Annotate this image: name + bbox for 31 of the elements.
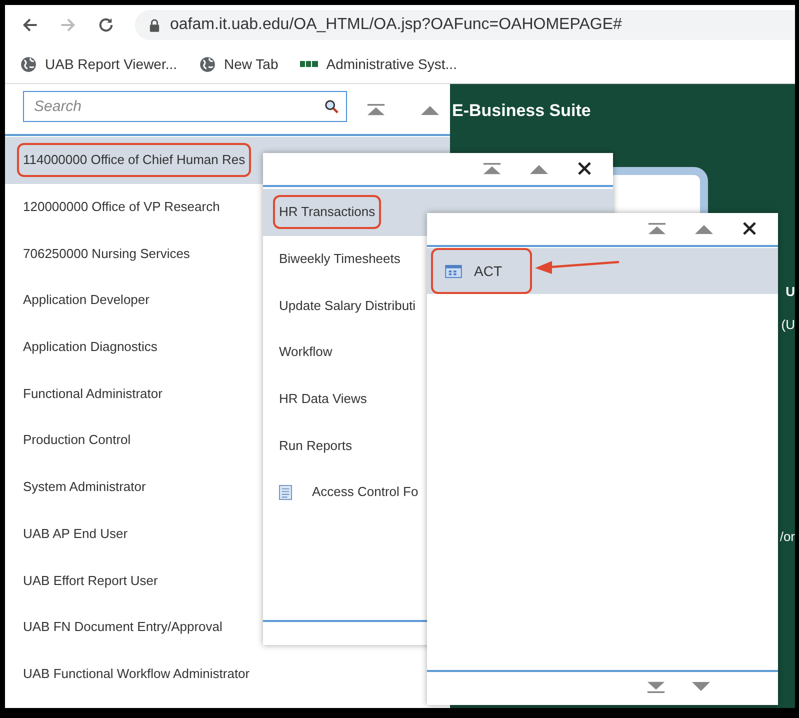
document-icon [279,484,292,500]
address-bar[interactable]: oafam.it.uab.edu/OA_HTML/OA.jsp?OAFunc=OAHOMEPAGE# [135,10,795,40]
bookmark-link[interactable]: Administrative Syst... [326,56,457,72]
globe-icon [20,56,37,72]
home-text: /or [780,529,795,544]
scroll-to-bottom-icon[interactable] [647,681,665,693]
forward-icon[interactable] [59,16,77,34]
home-text: (U [781,317,795,332]
lock-icon [149,18,160,32]
search-icon[interactable] [324,99,339,114]
search-field[interactable]: Search [23,91,347,122]
scroll-up-icon[interactable] [530,165,548,174]
close-icon[interactable] [743,222,756,235]
bookmark-link[interactable]: UAB Report Viewer... [45,56,178,72]
home-text: U [786,284,795,299]
scroll-to-top-icon[interactable] [483,163,501,175]
globe-icon [199,56,216,72]
back-icon[interactable] [21,16,39,34]
url-text: oafam.it.uab.edu/OA_HTML/OA.jsp?OAFunc=OAHOMEPAGE# [170,16,622,34]
scroll-to-top-icon[interactable] [367,104,385,116]
app-title: E-Business Suite [452,101,591,121]
logo-icon [300,60,318,68]
submenu-item[interactable]: ACT [427,248,778,294]
reload-icon[interactable] [97,16,115,34]
form-icon [445,264,462,278]
scroll-to-top-icon[interactable] [648,223,666,235]
bookmark-link[interactable]: New Tab [224,56,278,72]
scroll-down-icon[interactable] [692,682,710,691]
scroll-up-icon[interactable] [421,106,439,115]
close-icon[interactable] [578,162,591,175]
scroll-up-icon[interactable] [695,225,713,234]
